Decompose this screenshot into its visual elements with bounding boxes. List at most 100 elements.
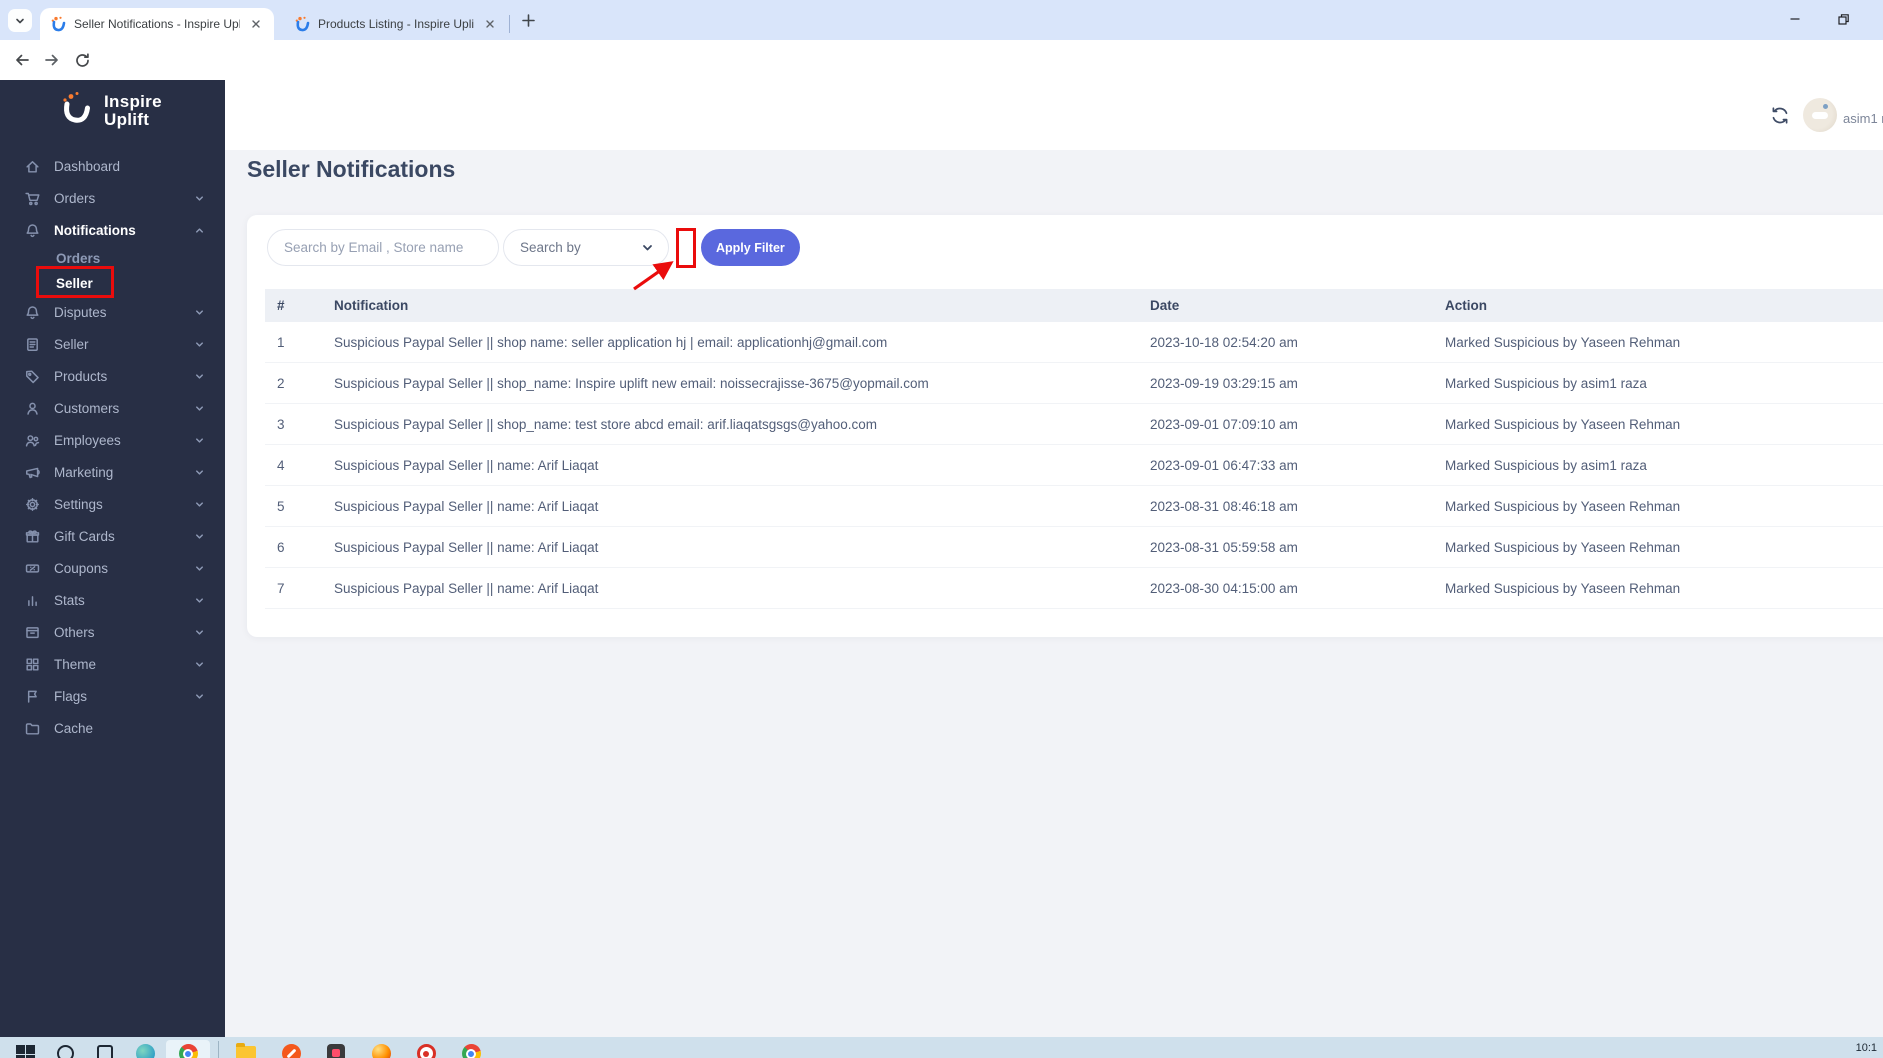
apply-filter-button[interactable]: Apply Filter bbox=[701, 229, 800, 266]
windows-start-icon[interactable] bbox=[14, 1043, 36, 1058]
sidebar-item-products[interactable]: Products bbox=[0, 360, 225, 392]
chevron-down-icon bbox=[194, 659, 205, 670]
sidebar-item-customers[interactable]: Customers bbox=[0, 392, 225, 424]
chevron-down-icon bbox=[194, 339, 205, 350]
sidebar-subitem-seller[interactable]: Seller bbox=[0, 271, 225, 296]
firefox-icon[interactable] bbox=[370, 1043, 392, 1058]
tab-close-icon[interactable] bbox=[482, 16, 498, 32]
sidebar-item-employees[interactable]: Employees bbox=[0, 424, 225, 456]
sync-icon bbox=[1770, 106, 1790, 125]
refresh-button[interactable] bbox=[1770, 106, 1790, 125]
back-button[interactable] bbox=[10, 48, 34, 72]
chevron-down-icon bbox=[194, 371, 205, 382]
bell-icon bbox=[24, 222, 41, 239]
sidebar-item-flags[interactable]: Flags bbox=[0, 680, 225, 712]
search-icon[interactable] bbox=[54, 1043, 76, 1058]
app-top-bar: asim1 ra bbox=[225, 80, 1883, 150]
browser-tab-active[interactable]: Seller Notifications - Inspire Upl bbox=[40, 8, 274, 40]
table-row: 3Suspicious Paypal Seller || shop_name: … bbox=[265, 404, 1883, 445]
search-by-select[interactable]: Search by bbox=[503, 229, 669, 266]
sidebar-item-label: Coupons bbox=[54, 561, 108, 576]
sidebar-item-label: Theme bbox=[54, 657, 96, 672]
sidebar-item-orders[interactable]: Orders bbox=[0, 182, 225, 214]
chrome-2-icon[interactable] bbox=[460, 1043, 482, 1058]
sidebar-item-marketing[interactable]: Marketing bbox=[0, 456, 225, 488]
chevron-down-icon bbox=[641, 241, 654, 254]
sidebar-item-label: Seller bbox=[56, 276, 93, 291]
sidebar-subitem-orders[interactable]: Orders bbox=[0, 246, 225, 271]
sidebar-item-others[interactable]: Others bbox=[0, 616, 225, 648]
photos-app-icon[interactable] bbox=[280, 1043, 302, 1058]
sidebar-item-label: Others bbox=[54, 625, 95, 640]
table-row: 6Suspicious Paypal Seller || name: Arif … bbox=[265, 527, 1883, 568]
flag-icon bbox=[24, 688, 41, 705]
window-minimize-button[interactable] bbox=[1772, 0, 1818, 38]
sidebar-item-notifications[interactable]: Notifications bbox=[0, 214, 225, 246]
logo-text-line2: Uplift bbox=[104, 111, 162, 129]
reload-button[interactable] bbox=[70, 48, 94, 72]
sidebar-item-label: Gift Cards bbox=[54, 529, 115, 544]
forward-button[interactable] bbox=[40, 48, 64, 72]
row-action: Marked Suspicious by asim1 raza bbox=[1445, 458, 1883, 473]
browser-tab-inactive[interactable]: Products Listing - Inspire Uplift bbox=[284, 8, 508, 40]
app-root: Inspire Uplift DashboardOrdersNotificati… bbox=[0, 80, 1883, 1037]
screen-recorder-icon[interactable] bbox=[415, 1043, 437, 1058]
row-number: 2 bbox=[277, 376, 334, 391]
sidebar-item-cache[interactable]: Cache bbox=[0, 712, 225, 744]
sidebar-item-settings[interactable]: Settings bbox=[0, 488, 225, 520]
file-explorer-icon[interactable] bbox=[235, 1043, 257, 1058]
header-notification: Notification bbox=[334, 298, 1150, 313]
row-number: 6 bbox=[277, 540, 334, 555]
search-by-label: Search by bbox=[520, 240, 641, 255]
new-tab-button[interactable] bbox=[520, 12, 537, 29]
chrome-icon[interactable] bbox=[177, 1043, 199, 1058]
sidebar-item-label: Stats bbox=[54, 593, 85, 608]
teams-chat-icon[interactable] bbox=[134, 1043, 156, 1058]
table-row: 7Suspicious Paypal Seller || name: Arif … bbox=[265, 568, 1883, 609]
sidebar-item-label: Cache bbox=[54, 721, 93, 736]
sidebar-item-label: Orders bbox=[56, 251, 100, 266]
task-view-icon[interactable] bbox=[94, 1043, 116, 1058]
sidebar-item-disputes[interactable]: Disputes bbox=[0, 296, 225, 328]
row-date: 2023-09-01 06:47:33 am bbox=[1150, 458, 1445, 473]
row-action: Marked Suspicious by Yaseen Rehman bbox=[1445, 417, 1883, 432]
header-num: # bbox=[277, 298, 334, 313]
search-input[interactable] bbox=[267, 229, 499, 266]
user-avatar[interactable] bbox=[1803, 98, 1837, 132]
table-body: 1Suspicious Paypal Seller || shop name: … bbox=[265, 322, 1883, 609]
gift-icon bbox=[24, 528, 41, 545]
row-notification: Suspicious Paypal Seller || shop_name: t… bbox=[334, 417, 1150, 432]
minimize-icon bbox=[1789, 13, 1801, 25]
chevron-down-icon bbox=[194, 435, 205, 446]
header-action: Action bbox=[1445, 298, 1883, 313]
row-date: 2023-08-31 05:59:58 am bbox=[1150, 540, 1445, 555]
sidebar-item-label: Disputes bbox=[54, 305, 107, 320]
tab-search-button[interactable] bbox=[8, 9, 32, 32]
stats-icon bbox=[24, 592, 41, 609]
chevron-down-icon bbox=[194, 595, 205, 606]
app-logo: Inspire Uplift bbox=[58, 90, 162, 132]
person-icon bbox=[24, 400, 41, 417]
inspire-uplift-logo-icon bbox=[58, 90, 98, 132]
ticket-icon bbox=[24, 560, 41, 577]
sidebar-item-label: Settings bbox=[54, 497, 103, 512]
dev-app-icon[interactable] bbox=[325, 1043, 347, 1058]
sidebar-item-dashboard[interactable]: Dashboard bbox=[0, 150, 225, 182]
sidebar-item-seller[interactable]: Seller bbox=[0, 328, 225, 360]
sidebar-item-stats[interactable]: Stats bbox=[0, 584, 225, 616]
chevron-down-icon bbox=[14, 15, 26, 27]
sidebar: Inspire Uplift DashboardOrdersNotificati… bbox=[0, 80, 225, 1037]
chevron-up-icon bbox=[194, 225, 205, 236]
sidebar-item-coupons[interactable]: Coupons bbox=[0, 552, 225, 584]
sidebar-item-theme[interactable]: Theme bbox=[0, 648, 225, 680]
tab-close-icon[interactable] bbox=[248, 16, 264, 32]
taskbar-clock: 10:1 bbox=[1856, 1042, 1877, 1054]
window-restore-button[interactable] bbox=[1820, 0, 1866, 38]
chevron-down-icon bbox=[194, 193, 205, 204]
table-header: # Notification Date Action bbox=[265, 289, 1883, 322]
sidebar-item-gift-cards[interactable]: Gift Cards bbox=[0, 520, 225, 552]
table-row: 5Suspicious Paypal Seller || name: Arif … bbox=[265, 486, 1883, 527]
browser-toolbar: ods-front.itdeptiu.com/notifications/sel… bbox=[0, 40, 1883, 80]
row-action: Marked Suspicious by Yaseen Rehman bbox=[1445, 335, 1883, 350]
grid-icon bbox=[24, 656, 41, 673]
